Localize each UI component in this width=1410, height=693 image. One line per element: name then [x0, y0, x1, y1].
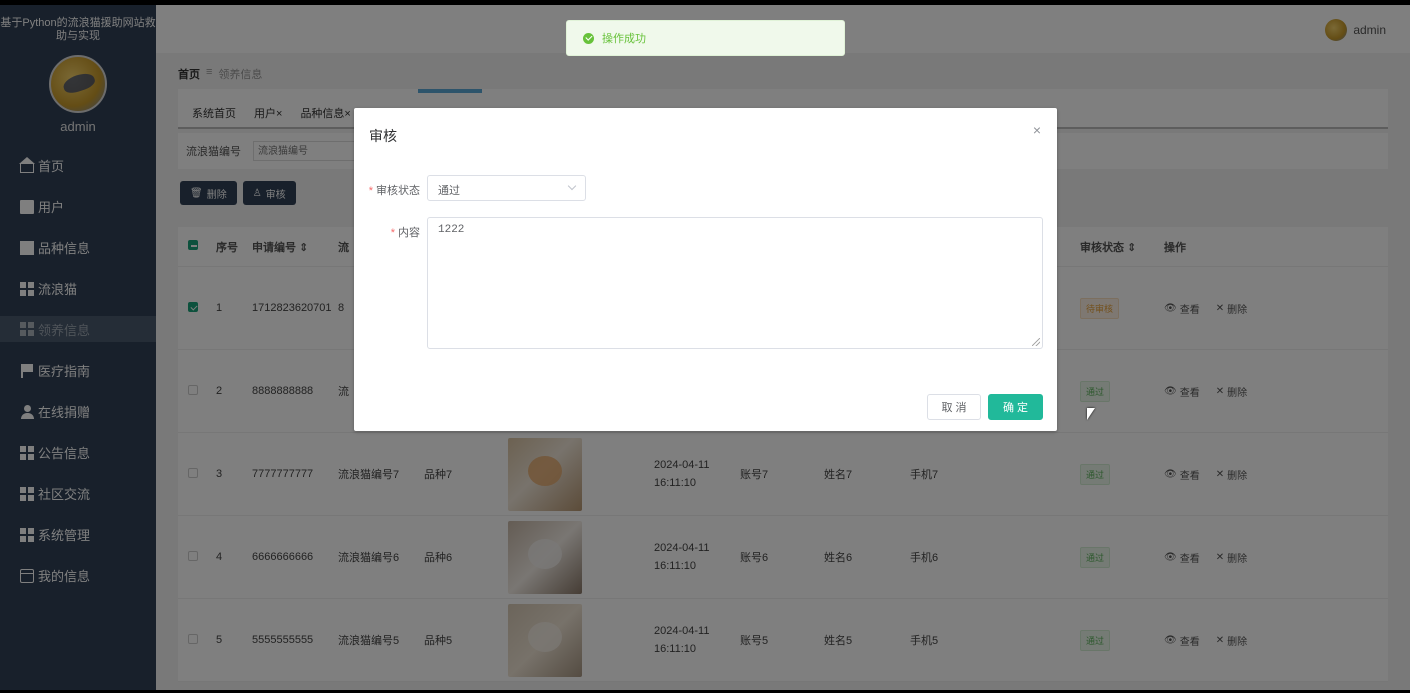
cancel-button[interactable]: 取 消	[927, 394, 981, 420]
status-select-value: 通过	[438, 185, 460, 197]
chevron-down-icon	[567, 181, 577, 191]
status-label: * 审核状态	[358, 182, 420, 198]
dialog-title: 审核	[369, 128, 397, 144]
resize-handle-icon[interactable]	[1032, 338, 1040, 346]
app-frame: 基于Python的流浪猫援助网站救助与实现 admin 首页 用户 品种信息 流…	[0, 5, 1410, 690]
content-label: * 内容	[358, 224, 420, 240]
audit-dialog: 审核 × * 审核状态 通过 * 内容 1222 取 消 确 定	[354, 108, 1057, 431]
toast-message: 操作成功	[602, 33, 646, 45]
close-icon[interactable]: ×	[1033, 122, 1041, 138]
content-textarea[interactable]: 1222	[427, 217, 1043, 349]
check-circle-icon	[583, 32, 594, 44]
status-select[interactable]: 通过	[427, 175, 586, 201]
required-mark: *	[368, 185, 373, 197]
content-label-text: 内容	[398, 227, 420, 239]
required-mark: *	[390, 227, 395, 239]
content-textarea-value: 1222	[438, 224, 465, 236]
mouse-cursor-icon	[1087, 408, 1095, 420]
confirm-button[interactable]: 确 定	[988, 394, 1043, 420]
success-toast: 操作成功	[566, 20, 845, 56]
status-label-text: 审核状态	[376, 185, 420, 197]
